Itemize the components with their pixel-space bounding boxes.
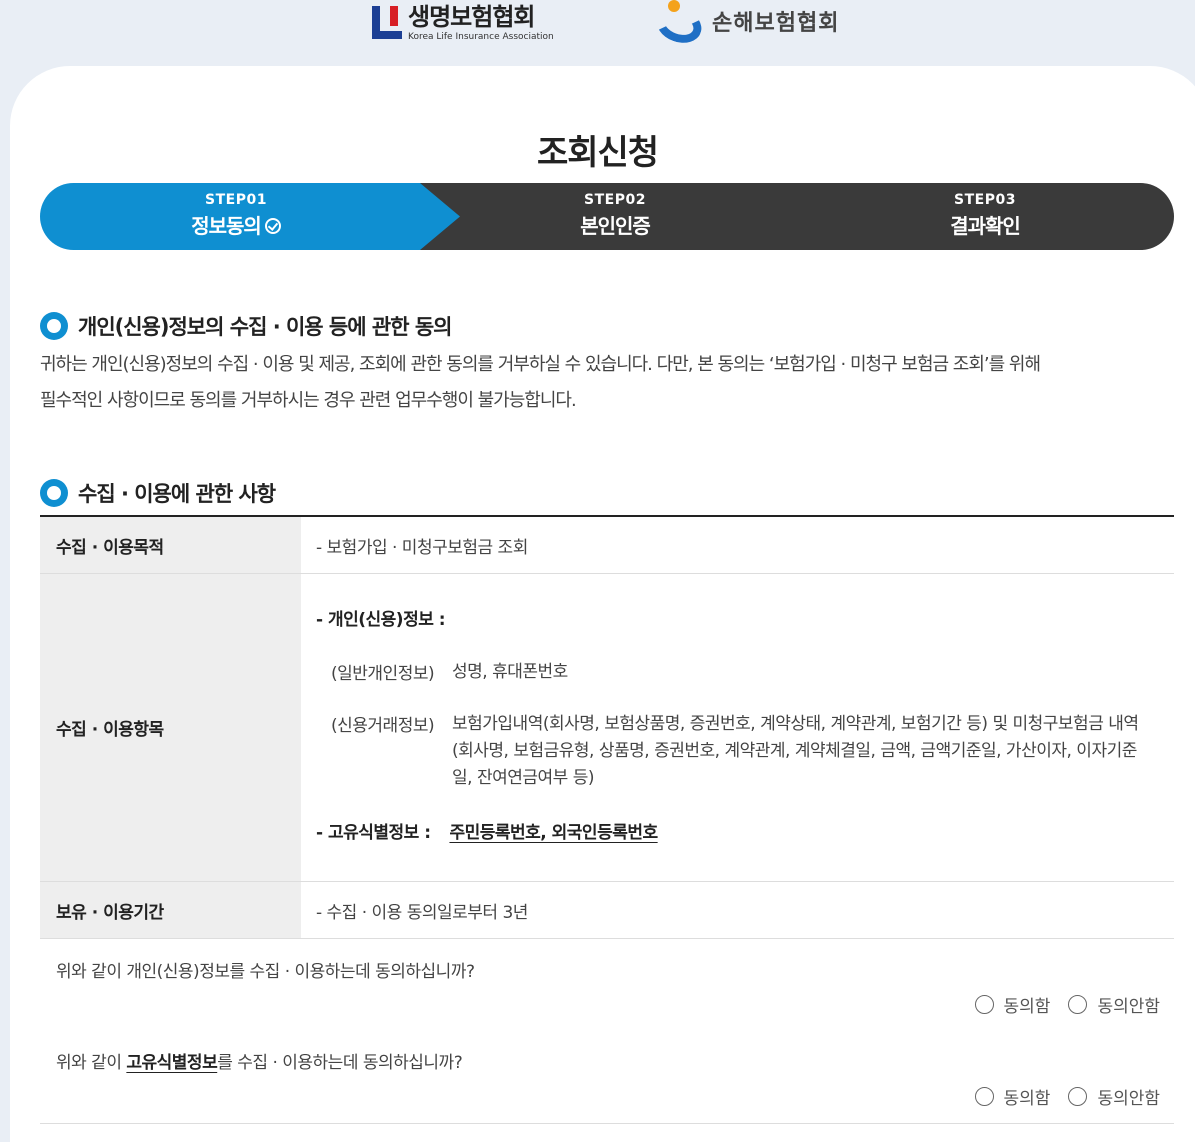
header-logos: 생명보험협회 Korea Life Insurance Association …: [0, 0, 1195, 66]
radio-disagree-2-label: 동의안함: [1097, 1089, 1160, 1109]
radio-circle-icon[interactable]: [974, 1087, 994, 1106]
table-row-purpose: 수집 · 이용목적 - 보험가입 · 미청구보험금 조회: [40, 517, 1174, 574]
radio-circle-icon[interactable]: [974, 995, 994, 1014]
radio-circle-icon[interactable]: [1068, 995, 1088, 1014]
unique-id-value: 주민등록번호, 외국인등록번호: [449, 823, 658, 843]
consent-description-line1: 귀하는 개인(신용)정보의 수집 · 이용 및 제공, 조회에 관한 동의를 거…: [40, 354, 1041, 375]
gia-name: 손해보험협회: [712, 11, 840, 36]
consent-radio-group-2: 동의함 동의안함: [957, 1084, 1160, 1109]
question-2-prefix: 위와 같이: [56, 1053, 127, 1073]
general-info-item: (일반개인정보) 성명, 휴대폰번호: [331, 659, 1174, 686]
bottom-divider: [40, 1123, 1174, 1124]
purpose-value: - 보험가입 · 미청구보험금 조회: [316, 537, 528, 558]
radio-disagree-1-label: 동의안함: [1097, 997, 1160, 1017]
klia-subtitle: Korea Life Insurance Association: [408, 32, 554, 42]
circle-bullet-icon: [40, 479, 68, 507]
consent-description: 귀하는 개인(신용)정보의 수집 · 이용 및 제공, 조회에 관한 동의를 거…: [40, 347, 1160, 419]
step-3-number: STEP03: [954, 192, 1016, 208]
unique-id-label: - 고유식별정보 :: [316, 823, 431, 843]
klia-logo-icon: [372, 3, 402, 39]
consent-radio-group-1: 동의함 동의안함: [957, 992, 1160, 1017]
step-progress: STEP01 정보동의 STEP02 본인인증 STEP03 결과확인: [40, 183, 1174, 250]
period-value: - 수집 · 이용 동의일로부터 3년: [316, 902, 528, 923]
table-row-items: 수집 · 이용항목 - 개인(신용)정보 : (일반개인정보) 성명, 휴대폰번…: [40, 574, 1174, 882]
step-1-label: 정보동의: [191, 214, 262, 238]
consent-question-1: 위와 같이 개인(신용)정보를 수집 · 이용하는데 동의하십니까?: [56, 962, 475, 982]
radio-circle-icon[interactable]: [1068, 1087, 1088, 1106]
step-2-number: STEP02: [584, 192, 646, 208]
table-row-period: 보유 · 이용기간 - 수집 · 이용 동의일로부터 3년: [40, 882, 1174, 939]
step-3: STEP03 결과확인: [885, 183, 1085, 250]
radio-agree-1-label: 동의함: [1003, 997, 1051, 1017]
section-consent-heading: 개인(신용)정보의 수집 · 이용 등에 관한 동의: [40, 311, 452, 341]
general-info-value: 성명, 휴대폰번호: [452, 662, 568, 682]
collection-table: 수집 · 이용목적 - 보험가입 · 미청구보험금 조회 수집 · 이용항목 -…: [40, 515, 1174, 939]
gia-logo[interactable]: 손해보험협회: [651, 0, 840, 49]
radio-agree-2-label: 동의함: [1003, 1089, 1051, 1109]
step-2-label: 본인인증: [580, 214, 651, 238]
step-1: STEP01 정보동의: [136, 183, 336, 250]
circle-bullet-icon: [40, 312, 68, 340]
period-label: 보유 · 이용기간: [40, 882, 301, 938]
question-2-suffix: 를 수집 · 이용하는데 동의하십니까?: [217, 1053, 463, 1073]
step-3-label: 결과확인: [950, 214, 1021, 238]
section-consent-title: 개인(신용)정보의 수집 · 이용 등에 관한 동의: [78, 315, 452, 339]
consent-description-line2: 필수적인 사항이므로 동의를 거부하시는 경우 관련 업무수행이 불가능합니다.: [40, 390, 577, 411]
section-collection-title: 수집 · 이용에 관한 사항: [78, 482, 276, 506]
radio-disagree-2[interactable]: 동의안함: [1068, 1084, 1160, 1109]
items-label: 수집 · 이용항목: [40, 574, 301, 881]
klia-name: 생명보험협회: [408, 3, 535, 31]
radio-agree-2[interactable]: 동의함: [974, 1084, 1051, 1109]
step-1-number: STEP01: [205, 192, 267, 208]
purpose-label: 수집 · 이용목적: [40, 517, 301, 573]
unique-id-item: - 고유식별정보 : 주민등록번호, 외국인등록번호: [316, 818, 1174, 843]
items-value: - 개인(신용)정보 : (일반개인정보) 성명, 휴대폰번호 (신용거래정보)…: [301, 574, 1174, 881]
credit-info-item: (신용거래정보) 보험가입내역(회사명, 보험상품명, 증권번호, 계약상태, …: [331, 711, 1174, 792]
personal-info-heading: - 개인(신용)정보 :: [316, 610, 446, 630]
question-2-bold: 고유식별정보: [126, 1053, 218, 1073]
klia-logo[interactable]: 생명보험협회 Korea Life Insurance Association: [372, 3, 554, 42]
page-title: 조회신청: [536, 133, 659, 173]
step-2: STEP02 본인인증: [515, 183, 715, 250]
general-info-tag: (일반개인정보): [331, 664, 435, 684]
section-collection-heading: 수집 · 이용에 관한 사항: [40, 478, 276, 508]
check-circle-icon: [264, 217, 281, 234]
radio-agree-1[interactable]: 동의함: [974, 992, 1051, 1017]
credit-info-value: 보험가입내역(회사명, 보험상품명, 증권번호, 계약상태, 계약관계, 보험기…: [452, 714, 1139, 788]
credit-info-tag: (신용거래정보): [331, 716, 435, 736]
consent-question-2: 위와 같이 고유식별정보를 수집 · 이용하는데 동의하십니까?: [56, 1048, 463, 1073]
gia-logo-icon: [651, 0, 707, 49]
radio-disagree-1[interactable]: 동의안함: [1068, 992, 1160, 1017]
